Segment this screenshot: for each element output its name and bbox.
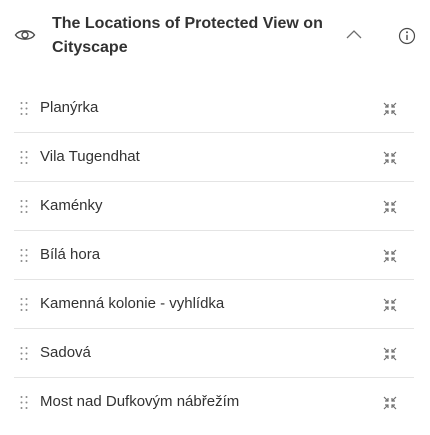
info-icon[interactable] — [398, 27, 416, 45]
location-item[interactable]: Kaménky — [0, 182, 430, 231]
zoom-to-icon[interactable] — [380, 99, 400, 119]
location-item[interactable]: Planýrka — [0, 84, 430, 133]
zoom-to-icon[interactable] — [380, 393, 400, 413]
location-item[interactable]: Vila Tugendhat — [0, 133, 430, 182]
panel-title: The Locations of Protected View on Citys… — [52, 15, 323, 56]
location-label: Vila Tugendhat — [40, 148, 140, 165]
location-label: Planýrka — [40, 99, 99, 116]
drag-handle-icon[interactable] — [19, 199, 29, 214]
layer-panel: The Locations of Protected View on Citys… — [0, 0, 430, 435]
location-label: Most nad Dufkovým nábřežím — [40, 393, 240, 410]
location-item[interactable]: Bílá hora — [0, 231, 430, 280]
location-label: Kaménky — [40, 197, 103, 214]
zoom-to-icon[interactable] — [380, 344, 400, 364]
location-list: Planýrka Vila Tugendhat Kaménky Bílá hor… — [0, 84, 430, 427]
drag-handle-icon[interactable] — [19, 297, 29, 312]
drag-handle-icon[interactable] — [19, 101, 29, 116]
location-item[interactable]: Sadová — [0, 329, 430, 378]
chevron-up-icon[interactable] — [344, 28, 364, 40]
drag-handle-icon[interactable] — [19, 395, 29, 410]
location-item[interactable]: Kamenná kolonie - vyhlídka — [0, 280, 430, 329]
zoom-to-icon[interactable] — [380, 295, 400, 315]
location-label: Sadová — [40, 344, 91, 361]
drag-handle-icon[interactable] — [19, 346, 29, 361]
zoom-to-icon[interactable] — [380, 246, 400, 266]
panel-header: The Locations of Protected View on Citys… — [0, 0, 430, 76]
location-label: Kamenná kolonie - vyhlídka — [40, 295, 225, 312]
zoom-to-icon[interactable] — [380, 197, 400, 217]
location-item[interactable]: Most nad Dufkovým nábřežím — [0, 378, 430, 427]
zoom-to-icon[interactable] — [380, 148, 400, 168]
drag-handle-icon[interactable] — [19, 150, 29, 165]
eye-icon[interactable] — [14, 28, 36, 42]
drag-handle-icon[interactable] — [19, 248, 29, 263]
location-label: Bílá hora — [40, 246, 101, 263]
